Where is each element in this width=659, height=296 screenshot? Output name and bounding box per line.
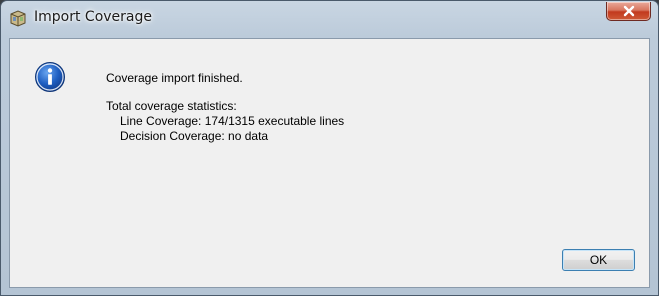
dialog-content: Coverage import finished. Total coverage… <box>9 38 650 288</box>
dialog-message: Coverage import finished. Total coverage… <box>106 71 344 144</box>
title-bar[interactable]: Import Coverage <box>1 1 658 35</box>
import-coverage-app-icon <box>8 8 28 28</box>
decision-coverage-stat: Decision Coverage: no data <box>120 129 269 143</box>
ok-button[interactable]: OK <box>562 249 635 271</box>
window-title: Import Coverage <box>34 9 152 25</box>
close-button[interactable] <box>606 2 651 21</box>
message-heading: Coverage import finished. <box>106 71 243 85</box>
close-icon <box>622 5 636 17</box>
dialog-window: Import Coverage Coverage import finished… <box>0 0 659 296</box>
stats-title: Total coverage statistics: <box>106 99 237 113</box>
info-icon <box>34 61 66 93</box>
line-coverage-stat: Line Coverage: 174/1315 executable lines <box>120 114 345 128</box>
